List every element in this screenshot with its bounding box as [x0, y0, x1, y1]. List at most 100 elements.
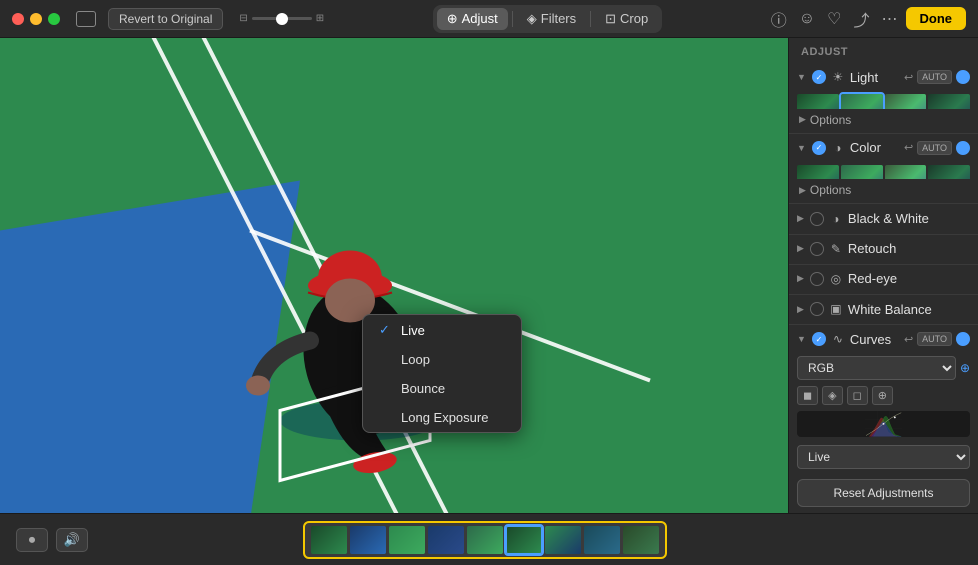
film-thumb-7[interactable] [545, 526, 581, 554]
reset-adjustments-button[interactable]: Reset Adjustments [797, 479, 970, 507]
film-thumb-6[interactable] [506, 526, 542, 554]
panel-header: ADJUST [789, 38, 978, 64]
live-select[interactable]: Live Loop Bounce Long Exposure [797, 445, 970, 469]
minimize-button[interactable] [30, 13, 42, 25]
film-thumb-2[interactable] [350, 526, 386, 554]
film-thumb-9[interactable] [623, 526, 659, 554]
light-options[interactable]: ▶ Options [789, 109, 978, 131]
playback-dropdown[interactable]: ✓ Live Loop Bounce Long Exposure [362, 314, 522, 433]
toolbar-separator [512, 11, 513, 27]
retouch-icon: ✎ [828, 241, 844, 257]
dropdown-label-long-exposure: Long Exposure [401, 410, 488, 425]
curves-graph[interactable] [797, 411, 970, 437]
light-auto-badge[interactable]: AUTO [917, 70, 952, 84]
section-curves[interactable]: ▼ ✓ ∿ Curves ↩ AUTO [789, 326, 978, 352]
retouch-enabled-check[interactable] [810, 242, 824, 256]
light-toggle[interactable] [956, 70, 970, 84]
color-thumb-3[interactable] [885, 165, 927, 180]
curves-undo-icon[interactable]: ↩ [904, 333, 913, 346]
color-label: Color [850, 140, 900, 155]
film-thumb-5[interactable] [467, 526, 503, 554]
color-toggle-icon: ▼ [797, 143, 806, 153]
color-thumb-2[interactable] [841, 165, 883, 180]
check-icon: ✓ [379, 322, 393, 338]
section-redeye[interactable]: ▶ ◎ Red-eye [789, 266, 978, 292]
light-undo-icon[interactable]: ↩ [904, 71, 913, 84]
toolbar-group: ⊕ Adjust ◈ Filters ⊡ Crop [433, 5, 663, 33]
section-bw[interactable]: ▶ ◑ Black & White [789, 206, 978, 232]
curves-toggle-icon: ▼ [797, 334, 806, 344]
zoom-slider[interactable]: ⊟ ⊞ [239, 13, 324, 24]
close-button[interactable] [12, 13, 24, 25]
light-thumb-1[interactable] [797, 94, 839, 109]
emoji-button[interactable]: ☺ [799, 10, 815, 28]
color-auto-badge[interactable]: AUTO [917, 141, 952, 155]
options-arrow-icon: ▶ [799, 114, 806, 125]
options-label: Options [810, 113, 851, 127]
heart-button[interactable]: ♡ [827, 9, 841, 29]
curve-eyedropper-white[interactable]: ◻ [847, 386, 868, 405]
film-thumb-8[interactable] [584, 526, 620, 554]
filters-button[interactable]: ◈ Filters [517, 8, 586, 30]
audio-button[interactable]: 🔊 [56, 528, 88, 552]
curves-auto-badge[interactable]: AUTO [917, 332, 952, 346]
dropdown-label-loop: Loop [401, 352, 430, 367]
curve-eyedropper-mid[interactable]: ◈ [822, 386, 842, 405]
done-button[interactable]: Done [906, 7, 967, 30]
dropdown-label-live: Live [401, 323, 425, 338]
light-thumb-3[interactable] [885, 94, 927, 109]
curve-target[interactable]: ⊕ [872, 386, 893, 405]
color-toggle[interactable] [956, 141, 970, 155]
photo-area: ✓ Live Loop Bounce Long Exposure [0, 38, 788, 513]
slider-track[interactable] [252, 17, 312, 20]
color-options[interactable]: ▶ Options [789, 179, 978, 201]
film-thumb-3[interactable] [389, 526, 425, 554]
color-thumb-1[interactable] [797, 165, 839, 180]
adjust-button[interactable]: ⊕ Adjust [437, 8, 508, 30]
section-color[interactable]: ▼ ✓ ◑ Color ↩ AUTO [789, 135, 978, 161]
fullscreen-button[interactable] [48, 13, 60, 25]
color-undo-icon[interactable]: ↩ [904, 141, 913, 154]
slider-thumb[interactable] [276, 13, 288, 25]
bw-icon: ◑ [828, 211, 844, 227]
light-thumb-4[interactable] [928, 94, 970, 109]
dropdown-item-live[interactable]: ✓ Live [363, 315, 521, 345]
color-thumb-4[interactable] [928, 165, 970, 180]
right-icons: ⓘ ☺ ♡ ⤴ ⋯ [771, 7, 898, 31]
film-thumb-4[interactable] [428, 526, 464, 554]
color-options-label: Options [810, 183, 851, 197]
crop-icon: ⊡ [605, 11, 616, 27]
light-thumb-2[interactable] [841, 94, 883, 109]
curve-eyedropper-black[interactable]: ◼ [797, 386, 818, 405]
bw-enabled-check[interactable] [810, 212, 824, 226]
section-whitebalance[interactable]: ▶ ▣ White Balance [789, 296, 978, 322]
redeye-toggle-icon: ▶ [797, 273, 804, 284]
crop-button[interactable]: ⊡ Crop [595, 8, 658, 30]
dropdown-item-long-exposure[interactable]: Long Exposure [363, 403, 521, 432]
color-enabled-check[interactable]: ✓ [812, 141, 826, 155]
rgb-channel-select[interactable]: RGB Red Green Blue [797, 356, 956, 380]
curves-enabled-check[interactable]: ✓ [812, 332, 826, 346]
zoom-out-icon: ⊟ [239, 13, 247, 24]
light-enabled-check[interactable]: ✓ [812, 70, 826, 84]
curves-toggle[interactable] [956, 332, 970, 346]
right-panel: ADJUST ▼ ✓ ☀ Light ↩ AUTO ▶ Options [788, 38, 978, 513]
dropdown-item-loop[interactable]: Loop [363, 345, 521, 374]
more-button[interactable]: ⋯ [882, 9, 898, 29]
curves-actions: ↩ AUTO [904, 332, 970, 346]
section-light[interactable]: ▼ ✓ ☀ Light ↩ AUTO [789, 64, 978, 90]
record-button[interactable]: ⏺ [16, 528, 48, 552]
traffic-lights [12, 13, 60, 25]
redeye-enabled-check[interactable] [810, 272, 824, 286]
info-button[interactable]: ⓘ [771, 7, 787, 31]
retouch-label: Retouch [848, 241, 970, 256]
light-actions: ↩ AUTO [904, 70, 970, 84]
curves-toolbar: RGB Red Green Blue ⊕ [789, 352, 978, 384]
wb-enabled-check[interactable] [810, 302, 824, 316]
film-thumb-1[interactable] [311, 526, 347, 554]
share-button[interactable]: ⤴ [853, 7, 869, 31]
revert-button[interactable]: Revert to Original [108, 8, 223, 30]
dropdown-item-bounce[interactable]: Bounce [363, 374, 521, 403]
redeye-icon: ◎ [828, 271, 844, 287]
section-retouch[interactable]: ▶ ✎ Retouch [789, 236, 978, 262]
